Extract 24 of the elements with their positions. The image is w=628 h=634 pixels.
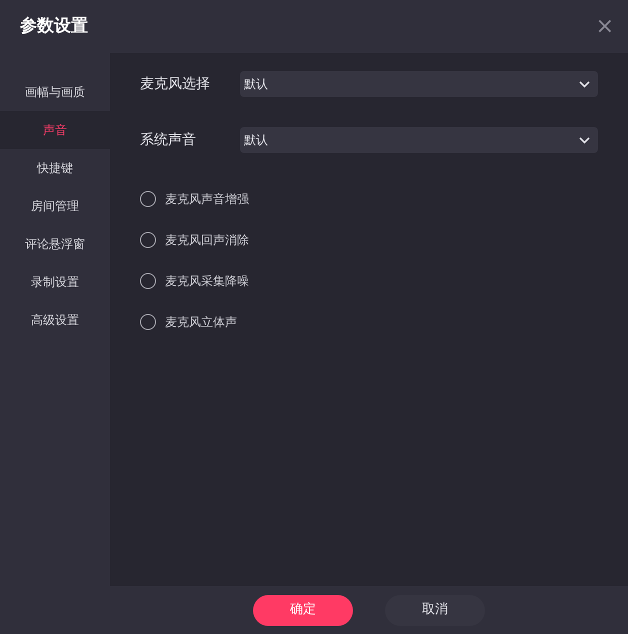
radio-button[interactable] xyxy=(140,232,156,248)
radio-button[interactable] xyxy=(140,190,156,206)
option-label: 麦克风声音增强 xyxy=(165,190,249,208)
field-label: 麦克风选择 xyxy=(140,74,211,94)
chevron-down-icon xyxy=(579,80,590,88)
dropdown[interactable]: 默认 xyxy=(240,127,598,153)
window-title: 参数设置 xyxy=(20,14,88,38)
sidebar-item[interactable]: 评论悬浮窗 xyxy=(0,225,110,263)
chevron-down-icon xyxy=(579,136,590,144)
radio-button[interactable] xyxy=(140,272,156,288)
option-label: 麦克风立体声 xyxy=(165,314,237,330)
sidebar-item[interactable]: 高级设置 xyxy=(0,301,110,339)
dropdown[interactable]: 默认 xyxy=(240,71,598,97)
option-label: 麦克风采集降噪 xyxy=(165,272,249,290)
radio-button[interactable] xyxy=(140,314,156,330)
sidebar-item[interactable]: 录制设置 xyxy=(0,263,110,301)
sidebar-item[interactable]: 快捷键 xyxy=(0,149,110,187)
field-label: 系统声音 xyxy=(140,130,197,150)
sidebar-item[interactable]: 画幅与画质 xyxy=(0,73,110,111)
option-label: 麦克风回声消除 xyxy=(165,232,249,248)
cancel-button[interactable]: 取消 xyxy=(385,594,485,626)
close-button[interactable]: × xyxy=(596,16,614,38)
sidebar-item[interactable]: 声音 xyxy=(0,111,110,149)
sidebar-item[interactable]: 房间管理 xyxy=(0,187,110,225)
